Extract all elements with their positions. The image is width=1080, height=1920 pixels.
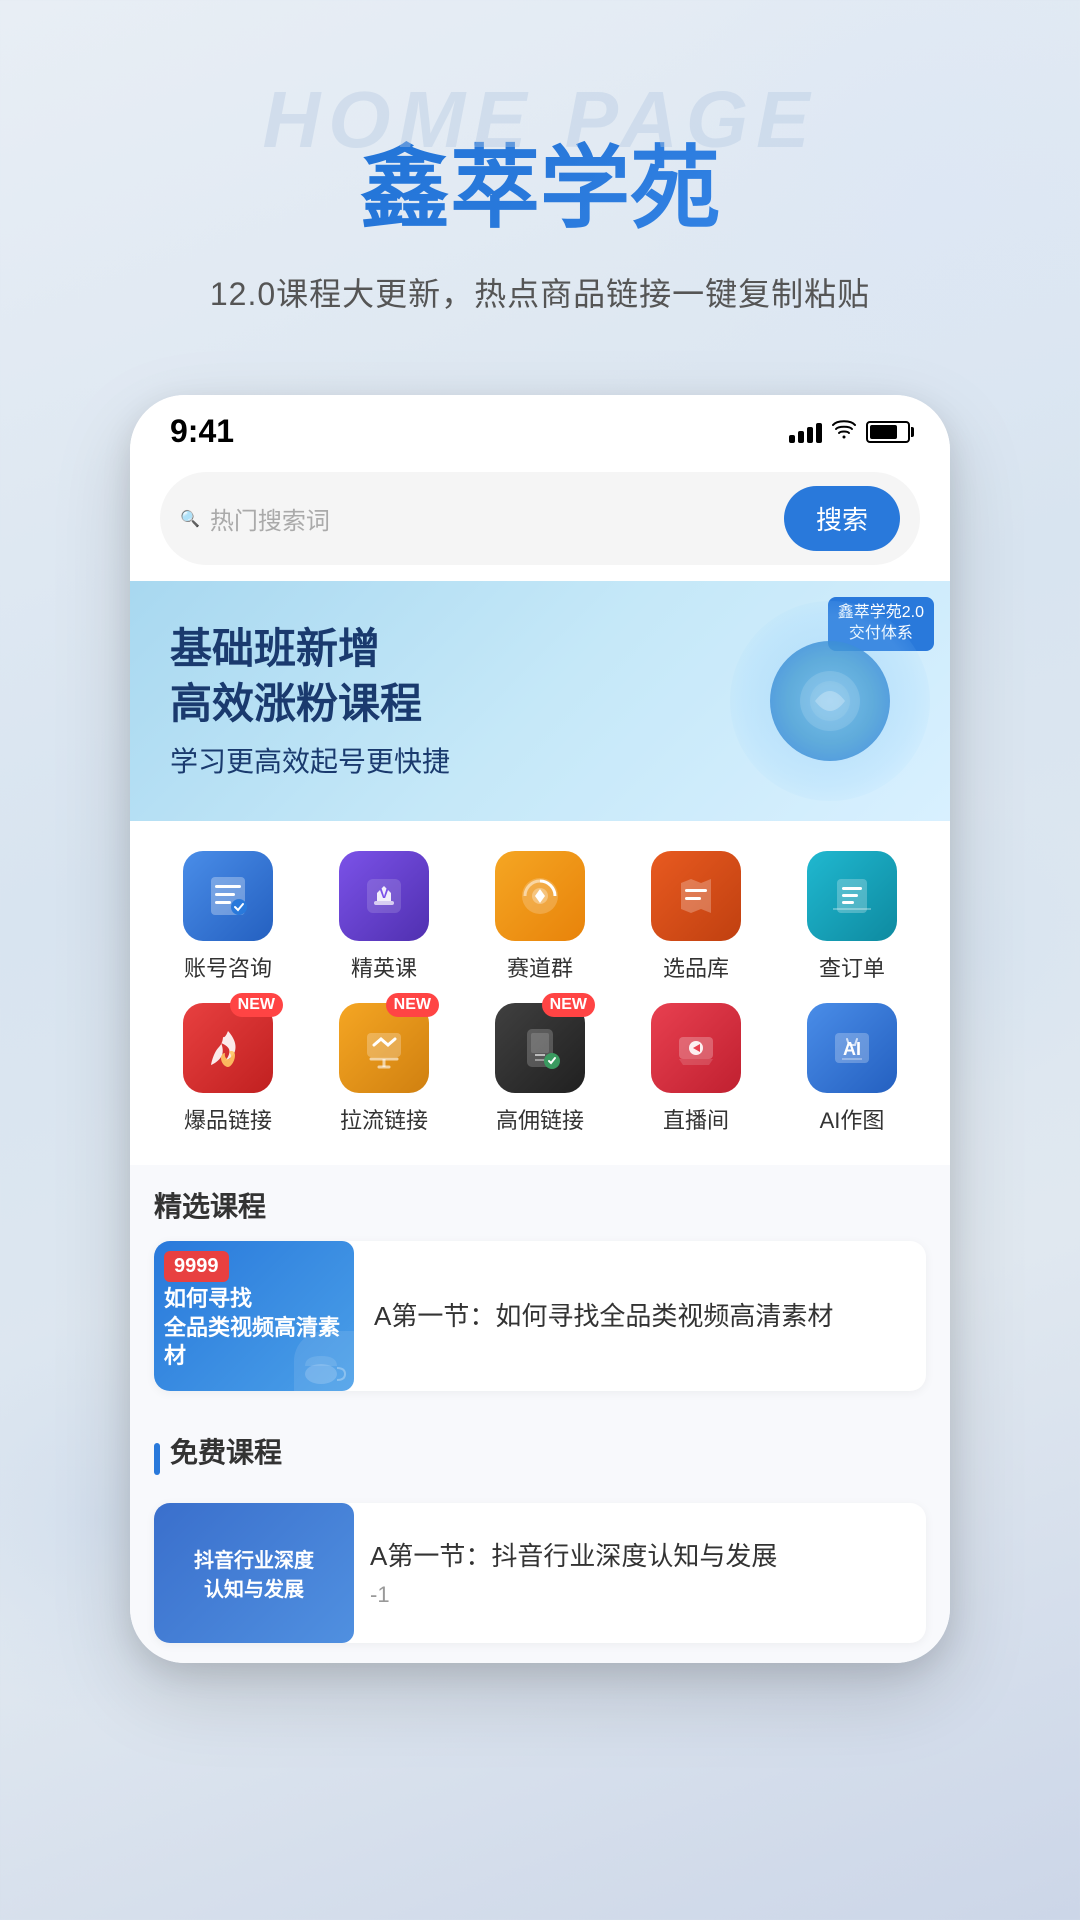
free-thumb-text: 抖音行业深度认知与发展 [184,1534,324,1612]
banner-title-1: 基础班新增 [170,622,450,677]
new-badge-hot: NEW [230,993,283,1017]
app-title: 鑫萃学苑 [60,140,1020,239]
pull-icon: NEW [339,1003,429,1093]
course-thumbnail: 9999 如何寻找全品类视频高清素材 [154,1241,354,1391]
menu-grid: 账号咨询 V 精英课 [150,851,930,1135]
course-title: A第一节：如何寻找全品类视频高清素材 [374,1298,910,1334]
new-badge-high: NEW [542,993,595,1017]
free-title: 免费课程 [170,1431,282,1471]
free-section: 免费课程 抖音行业深度认知与发展 A第一节：抖音行业深度认知与发展 -1 [130,1411,950,1663]
ai-label: AI作图 [820,1103,885,1135]
menu-item-order[interactable]: 查订单 [774,851,930,983]
menu-item-account[interactable]: 账号咨询 [150,851,306,983]
banner[interactable]: 基础班新增 高效涨粉课程 学习更高效起号更快捷 鑫萃学苑2.0交付体系 [130,581,950,821]
ai-icon: AI [807,1003,897,1093]
menu-item-ai[interactable]: AI AI作图 [774,1003,930,1135]
status-time: 9:41 [170,413,234,450]
wifi-icon [832,419,856,445]
banner-decoration [730,601,930,801]
free-course-title: A第一节：抖音行业深度认知与发展 [370,1538,910,1574]
menu-item-live[interactable]: 直播间 [618,1003,774,1135]
free-title-bar: 免费课程 [154,1431,926,1487]
signal-icon [789,421,822,443]
search-icon: 🔍 [180,509,200,529]
free-course-info: A第一节：抖音行业深度认知与发展 -1 [370,1522,926,1624]
status-bar: 9:41 [130,395,950,460]
banner-title-2: 高效涨粉课程 [170,677,450,732]
select-icon [651,851,741,941]
search-button[interactable]: 搜索 [784,486,900,551]
banner-subtitle: 学习更高效起号更快捷 [170,740,450,780]
race-label: 赛道群 [507,951,573,983]
search-placeholder-text: 热门搜索词 [210,501,330,536]
hot-label: 爆品链接 [184,1103,272,1135]
phone-mockup: 9:41 🔍 热门搜索词 [130,395,950,1663]
course-price: 9999 [164,1251,229,1282]
course-info: A第一节：如何寻找全品类视频高清素材 [374,1282,926,1350]
free-course-num: -1 [370,1582,910,1608]
menu-item-race[interactable]: 赛道群 [462,851,618,983]
svg-text:AI: AI [843,1039,861,1059]
title-accent [154,1443,160,1475]
elite-label: 精英课 [351,951,417,983]
search-bar[interactable]: 🔍 热门搜索词 搜索 [160,472,920,565]
live-icon [651,1003,741,1093]
account-label: 账号咨询 [184,951,272,983]
order-label: 查订单 [819,951,885,983]
subtitle-text: 12.0课程大更新，热点商品链接一键复制粘贴 [60,269,1020,315]
battery-icon [866,421,910,443]
live-label: 直播间 [663,1103,729,1135]
menu-item-select[interactable]: 选品库 [618,851,774,983]
banner-text: 基础班新增 高效涨粉课程 学习更高效起号更快捷 [170,622,450,779]
featured-section: 精选课程 9999 如何寻找全品类视频高清素材 A第一节：如何寻找全品类视频高清… [130,1165,950,1411]
menu-item-high[interactable]: NEW 高佣链接 [462,1003,618,1135]
header-section: HOME PAGE 鑫萃学苑 12.0课程大更新，热点商品链接一键复制粘贴 [0,0,1080,355]
free-course-thumbnail: 抖音行业深度认知与发展 [154,1503,354,1643]
free-course-card[interactable]: 抖音行业深度认知与发展 A第一节：抖音行业深度认知与发展 -1 [154,1503,926,1643]
menu-grid-container: 账号咨询 V 精英课 [130,821,950,1165]
high-icon: NEW [495,1003,585,1093]
account-icon [183,851,273,941]
search-section: 🔍 热门搜索词 搜索 [130,460,950,581]
menu-item-pull[interactable]: NEW 拉流链接 [306,1003,462,1135]
menu-item-hot[interactable]: NEW 爆品链接 [150,1003,306,1135]
menu-item-elite[interactable]: V 精英课 [306,851,462,983]
high-label: 高佣链接 [496,1103,584,1135]
status-icons [789,419,910,445]
order-icon [807,851,897,941]
new-badge-pull: NEW [386,993,439,1017]
featured-title: 精选课程 [154,1185,926,1225]
phone-frame: 9:41 🔍 热门搜索词 [130,395,950,1663]
featured-course-card[interactable]: 9999 如何寻找全品类视频高清素材 A第一节：如何寻找全品类视频高清素材 [154,1241,926,1391]
svg-text:V: V [379,885,389,901]
hot-icon: NEW [183,1003,273,1093]
elite-icon: V [339,851,429,941]
race-icon [495,851,585,941]
pull-label: 拉流链接 [340,1103,428,1135]
select-label: 选品库 [663,951,729,983]
